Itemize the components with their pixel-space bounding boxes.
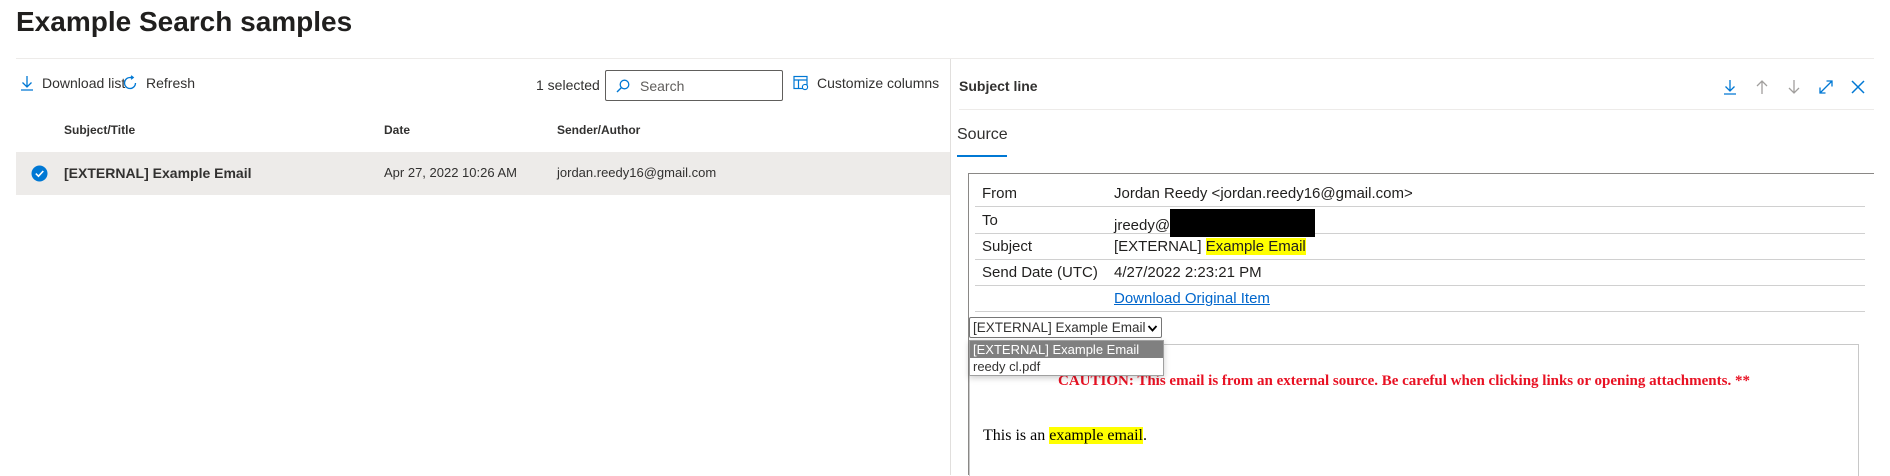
expand-icon xyxy=(1819,80,1833,94)
row-subject: [EXTERNAL] Example Email xyxy=(64,165,252,181)
results-pane: Download list Refresh 1 selected Customi… xyxy=(16,59,950,475)
results-toolbar: Download list Refresh 1 selected Customi… xyxy=(16,59,950,109)
selected-count: 1 selected xyxy=(536,77,600,93)
download-icon xyxy=(1724,80,1736,95)
header-row-download: Download Original Item xyxy=(975,285,1865,312)
header-row-date: Send Date (UTC) 4/27/2022 2:23:21 PM xyxy=(975,259,1865,286)
detail-actions xyxy=(1714,71,1874,103)
refresh-button[interactable]: Refresh xyxy=(122,75,195,91)
table-row[interactable]: [EXTERNAL] Example Email Apr 27, 2022 10… xyxy=(16,152,950,195)
refresh-icon xyxy=(123,75,137,90)
column-header-date[interactable]: Date xyxy=(384,123,410,137)
customize-columns-button[interactable]: Customize columns xyxy=(793,75,939,91)
detail-pane: Subject line Source From Jordan Reedy <j… xyxy=(951,59,1874,476)
expand-button[interactable] xyxy=(1810,71,1842,103)
column-header-sender[interactable]: Sender/Author xyxy=(557,123,640,137)
chevron-down-icon xyxy=(1147,325,1158,332)
dropdown-option[interactable]: reedy cl.pdf xyxy=(970,358,1163,375)
from-value: Jordan Reedy <jordan.reedy16@gmail.com> xyxy=(1114,185,1413,202)
header-row-subject: Subject [EXTERNAL] Example Email xyxy=(975,233,1865,260)
send-date-value: 4/27/2022 2:23:21 PM xyxy=(1114,264,1262,281)
subject-value: [EXTERNAL] Example Email xyxy=(1114,238,1306,255)
download-list-label: Download list xyxy=(42,75,126,91)
attachment-dropdown: [EXTERNAL] Example Email reedy cl.pdf xyxy=(969,340,1164,376)
next-item-button[interactable] xyxy=(1778,71,1810,103)
close-button[interactable] xyxy=(1842,71,1874,103)
download-original-link[interactable]: Download Original Item xyxy=(1114,290,1270,307)
body-text-suffix: . xyxy=(1142,427,1147,444)
body-text-prefix: This is an xyxy=(983,427,1050,444)
search-box[interactable] xyxy=(605,70,783,101)
customize-columns-label: Customize columns xyxy=(817,75,940,91)
download-icon xyxy=(21,76,33,91)
send-date-label: Send Date (UTC) xyxy=(982,264,1098,281)
to-label: To xyxy=(982,212,998,229)
detail-divider xyxy=(959,109,1874,110)
page-title: Example Search samples xyxy=(16,6,353,37)
tab-source-underline xyxy=(957,155,1007,157)
subject-prefix: [EXTERNAL] xyxy=(1114,238,1206,255)
from-label: From xyxy=(982,185,1017,202)
search-input[interactable] xyxy=(638,76,772,95)
arrow-down-icon xyxy=(1788,80,1800,94)
row-sender: jordan.reedy16@gmail.com xyxy=(557,165,717,180)
previous-item-button[interactable] xyxy=(1746,71,1778,103)
close-icon xyxy=(1851,80,1865,94)
column-header-subject[interactable]: Subject/Title xyxy=(64,123,135,137)
subject-highlight: Example Email xyxy=(1205,238,1306,255)
body-text: This is an example email. xyxy=(983,427,1147,445)
customize-columns-icon xyxy=(793,75,809,91)
attachment-select-value: [EXTERNAL] Example Email xyxy=(973,320,1146,335)
selected-check-icon[interactable] xyxy=(31,165,48,182)
header-row-from: From Jordan Reedy <jordan.reedy16@gmail.… xyxy=(975,180,1865,207)
to-value: jreedy@ xyxy=(1114,216,1171,234)
attachment-select[interactable]: [EXTERNAL] Example Email xyxy=(969,317,1162,338)
dropdown-option[interactable]: [EXTERNAL] Example Email xyxy=(970,341,1163,358)
tab-source[interactable]: Source xyxy=(957,126,1008,144)
arrow-up-icon xyxy=(1756,80,1768,94)
source-view: From Jordan Reedy <jordan.reedy16@gmail.… xyxy=(968,173,1874,476)
subject-label: Subject xyxy=(982,238,1033,255)
detail-title: Subject line xyxy=(959,78,1038,94)
body-highlight: example email xyxy=(1049,427,1143,444)
header-row-to: To jreedy@ xyxy=(975,207,1865,237)
refresh-label: Refresh xyxy=(146,75,196,91)
download-list-button[interactable]: Download list xyxy=(20,75,125,91)
search-icon xyxy=(616,79,630,92)
row-date: Apr 27, 2022 10:26 AM xyxy=(384,165,517,180)
download-item-button[interactable] xyxy=(1714,71,1746,103)
